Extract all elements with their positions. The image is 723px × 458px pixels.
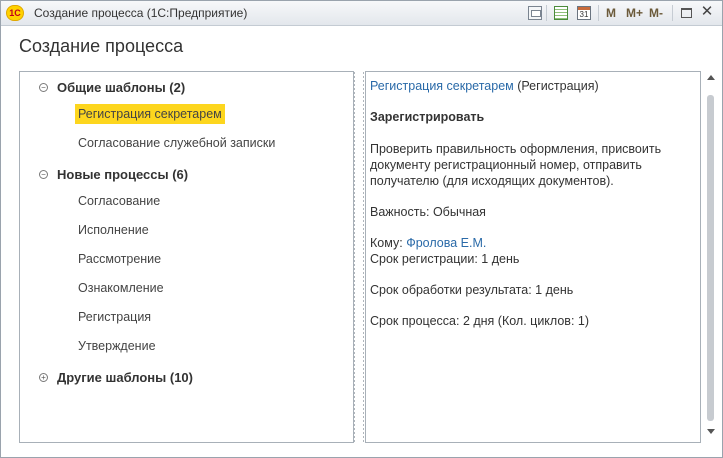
recipient-label: Кому: — [370, 236, 403, 250]
tree-item-registration-by-secretary[interactable]: Регистрация секретарем — [75, 104, 225, 126]
window: 1C Создание процесса (1С:Предприятие) 31… — [0, 0, 723, 458]
scroll-down-icon[interactable] — [707, 429, 715, 434]
scroll-thumb[interactable] — [707, 95, 714, 421]
window-title: Создание процесса (1С:Предприятие) — [34, 6, 248, 20]
scroll-up-icon[interactable] — [707, 75, 715, 80]
registration-term-row: Срок регистрации: 1 день — [370, 252, 519, 266]
tree-group-common-templates[interactable]: − Общие шаблоны (2) — [20, 78, 340, 98]
process-term-row: Срок процесса: 2 дня (Кол. циклов: 1) — [370, 314, 589, 328]
result-term-label: Срок обработки результата: — [370, 283, 532, 297]
tree-item-memo-approval[interactable]: Согласование служебной записки — [75, 133, 278, 155]
tree-item-review[interactable]: Рассмотрение — [75, 249, 164, 271]
toolbar-separator — [672, 5, 673, 21]
collapse-icon[interactable]: − — [39, 83, 48, 92]
tree-item-label: Исполнение — [78, 223, 149, 237]
calendar-icon[interactable]: 31 — [577, 6, 591, 20]
tree-group-new-processes[interactable]: − Новые процессы (6) — [20, 165, 340, 185]
title-bar[interactable]: 1C Создание процесса (1С:Предприятие) 31… — [1, 1, 722, 26]
registration-term-label: Срок регистрации: — [370, 252, 478, 266]
tree-item-familiarization[interactable]: Ознакомление — [75, 278, 167, 300]
memory-button[interactable]: M — [606, 6, 616, 20]
app-logo-icon[interactable]: 1C — [6, 5, 24, 21]
tree-group-label: Другие шаблоны (10) — [57, 370, 193, 385]
process-term-label: Срок процесса: — [370, 314, 460, 328]
details-scrollbar[interactable] — [705, 71, 717, 443]
process-term-value: 2 дня (Кол. циклов: 1) — [462, 314, 589, 328]
close-icon[interactable]: ✕ — [700, 4, 714, 20]
restore-window-icon[interactable] — [681, 8, 692, 18]
spreadsheet-icon[interactable] — [554, 6, 568, 20]
template-link[interactable]: Регистрация секретарем — [370, 79, 514, 93]
collapse-icon[interactable]: − — [39, 170, 48, 179]
memory-minus-button[interactable]: M- — [649, 6, 663, 20]
page-title: Создание процесса — [19, 36, 184, 56]
tree-group-other-templates[interactable]: + Другие шаблоны (10) — [20, 368, 340, 388]
tree-item-label: Ознакомление — [78, 281, 164, 295]
importance-row: Важность: Обычная — [370, 205, 486, 219]
tree-group-label: Общие шаблоны (2) — [57, 80, 186, 95]
tree-item-label: Утверждение — [78, 339, 156, 353]
importance-value: Обычная — [432, 205, 486, 219]
tree-item-approval[interactable]: Согласование — [75, 191, 163, 213]
tree-item-label: Регистрация — [78, 310, 152, 324]
tree-item-label: Согласование служебной записки — [78, 136, 276, 150]
result-term-row: Срок обработки результата: 1 день — [370, 283, 573, 297]
tree-item-confirmation[interactable]: Утверждение — [75, 336, 159, 358]
print-icon[interactable] — [528, 6, 542, 20]
template-header: Регистрация секретарем (Регистрация) — [370, 79, 599, 93]
tree-item-label: Согласование — [78, 194, 161, 208]
expand-icon[interactable]: + — [39, 373, 48, 382]
memory-plus-button[interactable]: M+ — [626, 6, 643, 20]
action-title: Зарегистрировать — [370, 110, 485, 124]
tree-item-execution[interactable]: Исполнение — [75, 220, 152, 242]
toolbar-separator — [598, 5, 599, 21]
description-line: Проверить правильность оформления, присв… — [370, 142, 662, 156]
tree-item-label: Регистрация секретарем — [75, 104, 225, 124]
registration-term-value: 1 день — [481, 252, 520, 266]
tree-group-label: Новые процессы (6) — [57, 167, 189, 182]
recipient-link[interactable]: Фролова Е.М. — [406, 236, 486, 250]
tree-item-label: Рассмотрение — [78, 252, 162, 266]
template-tree[interactable]: − Общие шаблоны (2) Регистрация секретар… — [19, 71, 355, 443]
toolbar-separator — [546, 5, 547, 21]
recipient-row: Кому: Фролова Е.М. — [370, 236, 486, 250]
description-line: получателю (для исходящих документов). — [370, 174, 614, 188]
template-type: (Регистрация) — [517, 79, 599, 93]
tree-item-registration[interactable]: Регистрация — [75, 307, 154, 329]
description-line: документу регистрационный номер, отправи… — [370, 158, 642, 172]
result-term-value: 1 день — [535, 283, 574, 297]
importance-label: Важность: — [370, 205, 430, 219]
